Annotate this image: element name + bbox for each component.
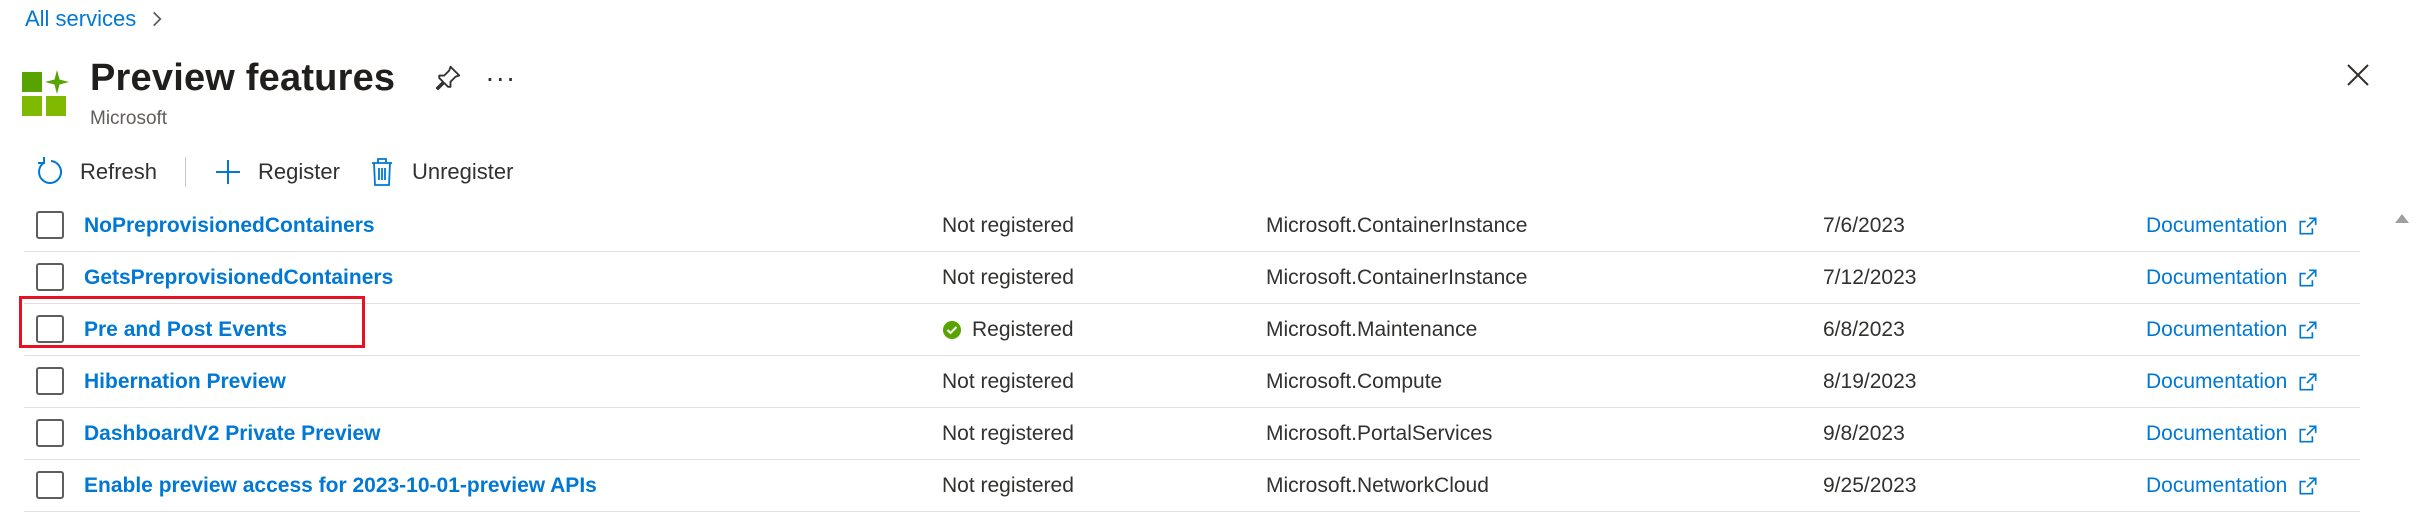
row-checkbox[interactable] [36, 263, 64, 291]
table-row[interactable]: Enable preview access for 2023-10-01-pre… [24, 460, 2360, 512]
external-link-icon [2299, 216, 2317, 235]
row-checkbox[interactable] [36, 471, 64, 499]
documentation-label: Documentation [2146, 473, 2288, 497]
table-row[interactable]: DashboardV2 Private Preview Not register… [24, 408, 2360, 460]
success-check-icon [943, 320, 961, 339]
refresh-label: Refresh [80, 159, 158, 184]
feature-namespace: Microsoft.Maintenance [1266, 317, 1478, 341]
feature-state: Not registered [942, 369, 1074, 393]
feature-date: 7/12/2023 [1823, 265, 1917, 289]
documentation-label: Documentation [2146, 317, 2288, 341]
row-checkbox[interactable] [36, 367, 64, 395]
toolbar-separator [185, 157, 187, 187]
external-link-icon [2299, 320, 2317, 339]
feature-name-link[interactable]: NoPreprovisionedContainers [84, 200, 375, 251]
documentation-label: Documentation [2146, 213, 2288, 237]
refresh-icon [38, 157, 63, 184]
breadcrumb-all-services[interactable]: All services [25, 6, 136, 32]
feature-namespace: Microsoft.ContainerInstance [1266, 213, 1528, 237]
documentation-label: Documentation [2146, 265, 2288, 289]
feature-state: Not registered [942, 213, 1074, 237]
table-row[interactable]: Pre and Post Events Registered Microsoft… [24, 304, 2360, 356]
documentation-link[interactable]: Documentation [2146, 356, 2319, 407]
plus-icon [216, 160, 241, 184]
feature-namespace: Microsoft.ContainerInstance [1266, 265, 1528, 289]
row-checkbox[interactable] [36, 419, 64, 447]
toolbar: Refresh Register Unregister [34, 152, 513, 192]
feature-name-link[interactable]: Enable preview access for 2023-10-01-pre… [84, 460, 597, 511]
documentation-label: Documentation [2146, 369, 2288, 393]
external-link-icon [2299, 372, 2317, 391]
scroll-up-arrow-icon[interactable] [2394, 212, 2410, 224]
pin-icon[interactable] [433, 63, 463, 93]
register-label: Register [258, 159, 340, 184]
feature-state: Registered [942, 304, 1074, 355]
breadcrumb: All services [25, 6, 168, 32]
feature-state: Not registered [942, 265, 1074, 289]
page-subtitle: Microsoft [90, 108, 168, 129]
refresh-button[interactable]: Refresh [34, 156, 157, 188]
feature-name-link[interactable]: DashboardV2 Private Preview [84, 408, 380, 459]
close-icon[interactable] [2343, 60, 2373, 90]
page-header: Preview features ··· Microsoft [22, 58, 516, 130]
unregister-button[interactable]: Unregister [366, 156, 513, 188]
feature-state: Not registered [942, 473, 1074, 497]
feature-namespace: Microsoft.Compute [1266, 369, 1443, 393]
register-button[interactable]: Register [212, 156, 340, 188]
preview-features-icon [22, 70, 69, 116]
row-checkbox[interactable] [36, 211, 64, 239]
documentation-label: Documentation [2146, 421, 2288, 445]
feature-state-label: Registered [972, 317, 1074, 341]
selection-highlight-box [19, 296, 365, 348]
documentation-link[interactable]: Documentation [2146, 304, 2319, 355]
documentation-link[interactable]: Documentation [2146, 460, 2319, 511]
documentation-link[interactable]: Documentation [2146, 200, 2319, 251]
documentation-link[interactable]: Documentation [2146, 408, 2319, 459]
features-grid: NoPreprovisionedContainers Not registere… [24, 200, 2360, 512]
feature-date: 6/8/2023 [1823, 317, 1905, 341]
more-options-icon[interactable]: ··· [485, 64, 516, 92]
feature-namespace: Microsoft.PortalServices [1266, 421, 1493, 445]
page-title: Preview features [90, 57, 396, 99]
external-link-icon [2299, 424, 2317, 443]
feature-date: 9/25/2023 [1823, 473, 1917, 497]
table-row[interactable]: Hibernation Preview Not registered Micro… [24, 356, 2360, 408]
chevron-right-icon [153, 11, 162, 27]
table-row[interactable]: NoPreprovisionedContainers Not registere… [24, 200, 2360, 252]
unregister-label: Unregister [411, 159, 514, 184]
feature-date: 8/19/2023 [1823, 369, 1917, 393]
trash-icon [371, 158, 392, 186]
external-link-icon [2299, 268, 2317, 287]
documentation-link[interactable]: Documentation [2146, 252, 2319, 303]
table-row[interactable]: GetsPreprovisionedContainers Not registe… [24, 252, 2360, 304]
feature-date: 7/6/2023 [1823, 213, 1905, 237]
feature-name-link[interactable]: Hibernation Preview [84, 356, 286, 407]
feature-date: 9/8/2023 [1823, 421, 1905, 445]
feature-namespace: Microsoft.NetworkCloud [1266, 473, 1489, 497]
feature-state: Not registered [942, 421, 1074, 445]
external-link-icon [2299, 476, 2317, 495]
